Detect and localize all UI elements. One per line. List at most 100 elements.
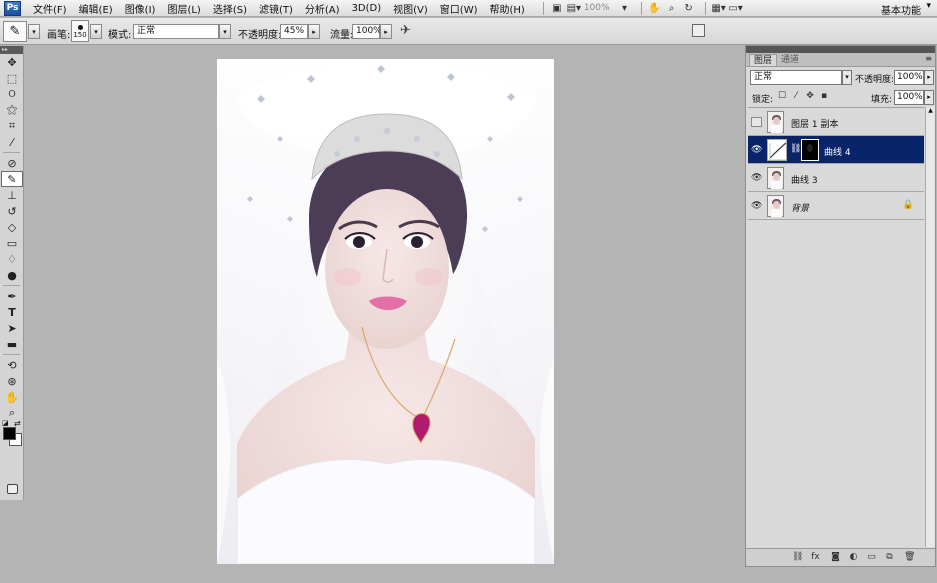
panel-dock-header[interactable] bbox=[746, 46, 935, 53]
blend-row: 正常 ▾ 不透明度: 100% ▸ bbox=[750, 70, 934, 86]
fill-input[interactable]: 100% bbox=[894, 90, 924, 105]
tab-channels[interactable]: 通道 bbox=[777, 54, 803, 66]
delete-layer-icon[interactable]: 🗑 bbox=[904, 552, 915, 563]
brush-tool-icon[interactable]: ✎ bbox=[1, 171, 23, 187]
workspace-switcher[interactable]: 基本功能 bbox=[881, 2, 921, 17]
layer-row[interactable]: 图层 1 副本 bbox=[748, 108, 924, 136]
marquee-tool-icon[interactable]: ⬚ bbox=[1, 70, 23, 86]
mode-select[interactable]: 正常 bbox=[133, 24, 219, 39]
blur-tool-icon[interactable]: ♢ bbox=[1, 251, 23, 267]
hand-tool-icon[interactable]: ✋ bbox=[1, 389, 23, 405]
lock-position-icon[interactable]: ✥ bbox=[805, 91, 815, 102]
layer-name: 图层 1 副本 bbox=[791, 120, 839, 130]
arrange-documents-icon[interactable]: ▦▾ bbox=[711, 2, 725, 14]
bridge-icon[interactable]: ▣ bbox=[550, 2, 564, 14]
document-canvas[interactable] bbox=[217, 59, 554, 564]
hand-tool-icon[interactable]: ✋ bbox=[648, 2, 662, 14]
tab-layers[interactable]: 图层 bbox=[749, 54, 778, 66]
brush-picker[interactable]: 150 bbox=[71, 20, 89, 42]
flow-slider-arrow-icon[interactable]: ▸ bbox=[380, 24, 392, 39]
menu-analysis[interactable]: 分析(A) bbox=[305, 1, 340, 16]
zoom-level-menu[interactable]: 100% bbox=[584, 3, 610, 13]
lock-image-icon[interactable]: ⁄ bbox=[791, 91, 801, 102]
menu-select[interactable]: 选择(S) bbox=[213, 1, 247, 16]
brush-picker-arrow-icon[interactable]: ▾ bbox=[90, 24, 102, 39]
layer-row[interactable]: 👁 背景 🔒 bbox=[748, 192, 924, 220]
layer-style-icon[interactable]: fx bbox=[810, 552, 821, 563]
new-group-icon[interactable]: ▭ bbox=[866, 552, 877, 563]
move-tool-icon[interactable]: ✥ bbox=[1, 54, 23, 70]
toggle-brush-panel-icon[interactable] bbox=[692, 24, 705, 37]
menu-layer[interactable]: 图层(L) bbox=[167, 1, 200, 16]
zoom-tool-icon[interactable]: ⌕ bbox=[665, 2, 679, 14]
layer-opacity-arrow-icon[interactable]: ▸ bbox=[924, 70, 934, 85]
layer-row-selected[interactable]: 👁 ⛓ 曲线 4 bbox=[748, 136, 924, 164]
layer-row[interactable]: 👁 曲线 3 bbox=[748, 164, 924, 192]
menu-image[interactable]: 图像(I) bbox=[125, 1, 156, 16]
history-brush-tool-icon[interactable]: ↺ bbox=[1, 203, 23, 219]
layer-opacity-input[interactable]: 100% bbox=[894, 70, 924, 85]
fill-arrow-icon[interactable]: ▸ bbox=[924, 90, 934, 105]
adjustment-layer-icon[interactable]: ◐ bbox=[848, 552, 859, 563]
link-layers-icon[interactable]: ⛓ bbox=[792, 552, 803, 563]
gradient-tool-icon[interactable]: ▭ bbox=[1, 235, 23, 251]
lock-row: 锁定: ☐ ⁄ ✥ ▪ 填充: 100% ▸ bbox=[750, 90, 934, 106]
rotate-view-icon[interactable]: ↻ bbox=[682, 2, 696, 14]
workspace-arrow-icon[interactable]: ▾ bbox=[926, 1, 931, 11]
default-colors-icon[interactable]: ◪ bbox=[2, 419, 9, 427]
magic-wand-tool-icon[interactable]: ⚝ bbox=[1, 102, 23, 118]
mask-link-icon[interactable]: ⛓ bbox=[790, 144, 801, 154]
type-tool-icon[interactable]: T bbox=[1, 304, 23, 320]
layer-mask-thumbnail[interactable] bbox=[801, 139, 819, 161]
lock-transparency-icon[interactable]: ☐ bbox=[777, 91, 787, 102]
path-selection-tool-icon[interactable]: ➤ bbox=[1, 320, 23, 336]
lock-all-icon[interactable]: ▪ bbox=[819, 91, 829, 102]
shape-tool-icon[interactable]: ▬ bbox=[1, 336, 23, 352]
mode-label: 模式: bbox=[108, 30, 132, 41]
dodge-tool-icon[interactable]: ● bbox=[1, 267, 23, 283]
panel-menu-icon[interactable]: ≡ bbox=[925, 54, 932, 63]
blend-mode-select[interactable]: 正常 bbox=[750, 70, 842, 85]
eye-icon[interactable]: 👁 bbox=[751, 173, 762, 183]
opacity-input[interactable]: 45% bbox=[280, 24, 308, 39]
healing-brush-tool-icon[interactable]: ⊘ bbox=[1, 155, 23, 171]
zoom-dropdown-arrow-icon[interactable]: ▾ bbox=[618, 2, 632, 14]
eye-icon[interactable]: 👁 bbox=[751, 145, 762, 155]
menu-window[interactable]: 窗口(W) bbox=[440, 1, 478, 16]
menu-filter[interactable]: 滤镜(T) bbox=[259, 1, 293, 16]
layers-scrollbar[interactable]: ▲ bbox=[925, 107, 935, 547]
mode-select-arrow-icon[interactable]: ▾ bbox=[219, 24, 231, 39]
opacity-slider-arrow-icon[interactable]: ▸ bbox=[308, 24, 320, 39]
menu-help[interactable]: 帮助(H) bbox=[490, 1, 525, 16]
quick-mask-icon[interactable] bbox=[7, 484, 18, 494]
menu-view[interactable]: 视图(V) bbox=[393, 1, 428, 16]
eraser-tool-icon[interactable]: ◇ bbox=[1, 219, 23, 235]
scroll-up-arrow-icon[interactable]: ▲ bbox=[926, 107, 935, 117]
toolbox-collapse-icon[interactable]: ▸▸ bbox=[0, 46, 23, 54]
eyedropper-tool-icon[interactable]: ⁄ bbox=[1, 134, 23, 150]
clone-stamp-tool-icon[interactable]: ⊥ bbox=[1, 187, 23, 203]
menu-file[interactable]: 文件(F) bbox=[33, 1, 67, 16]
3d-rotate-tool-icon[interactable]: ⟲ bbox=[1, 357, 23, 373]
screen-mode-icon[interactable]: ▭▾ bbox=[728, 2, 742, 14]
foreground-color-swatch[interactable] bbox=[3, 427, 16, 440]
add-mask-icon[interactable]: ◙ bbox=[830, 552, 841, 563]
photoshop-logo[interactable]: Ps bbox=[4, 0, 21, 16]
menu-3d[interactable]: 3D(D) bbox=[352, 3, 382, 14]
visibility-toggle[interactable] bbox=[751, 117, 762, 127]
blend-mode-arrow-icon[interactable]: ▾ bbox=[842, 70, 852, 85]
airbrush-icon[interactable]: ✈ bbox=[400, 23, 411, 38]
menu-edit[interactable]: 编辑(E) bbox=[79, 1, 113, 16]
lasso-tool-icon[interactable]: ଠ bbox=[1, 86, 23, 102]
tool-preset-picker[interactable]: ✎ bbox=[3, 21, 27, 42]
new-layer-icon[interactable]: ⧉ bbox=[884, 552, 895, 563]
flow-label: 流量: bbox=[330, 30, 354, 41]
crop-tool-icon[interactable]: ⌗ bbox=[1, 118, 23, 134]
tool-preset-arrow-icon[interactable]: ▾ bbox=[28, 24, 40, 39]
brush-label: 画笔: bbox=[47, 30, 71, 41]
view-extras-icon[interactable]: ▤▾ bbox=[567, 2, 581, 14]
eye-icon[interactable]: 👁 bbox=[751, 201, 762, 211]
pen-tool-icon[interactable]: ✒ bbox=[1, 288, 23, 304]
3d-orbit-tool-icon[interactable]: ⊛ bbox=[1, 373, 23, 389]
flow-input[interactable]: 100% bbox=[352, 24, 382, 39]
